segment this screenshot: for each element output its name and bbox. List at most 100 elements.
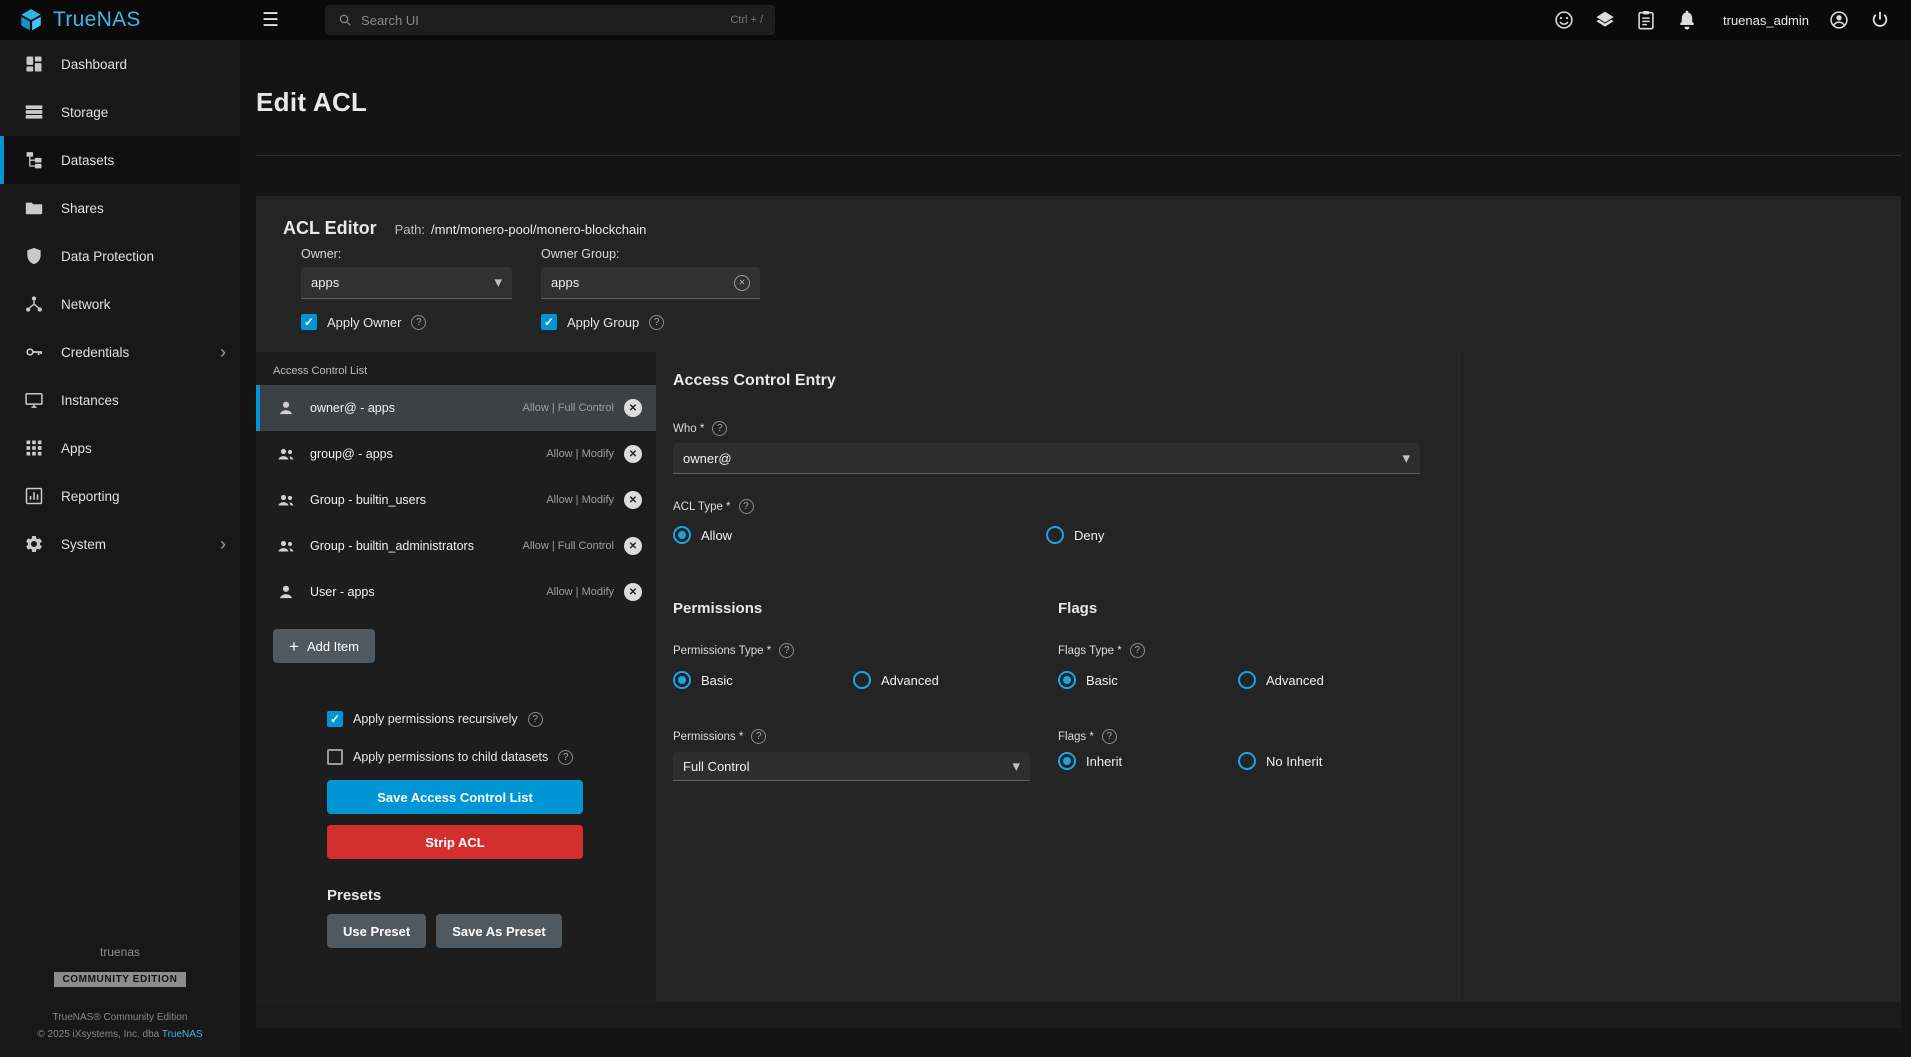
help-icon[interactable]: ? [751,729,766,744]
help-icon[interactable]: ? [649,315,664,330]
sidebar-item-data-protection[interactable]: Data Protection [0,232,240,280]
sidebar-item-storage[interactable]: Storage [0,88,240,136]
clear-icon[interactable]: ✕ [734,275,750,291]
acl-entry-row[interactable]: User - apps Allow | Modify ✕ [256,569,656,615]
tasks-clipboard-icon[interactable] [1635,9,1657,31]
remove-entry-icon[interactable]: ✕ [624,445,642,463]
flags-type-advanced-radio[interactable]: Advanced [1238,671,1324,689]
remove-entry-icon[interactable]: ✕ [624,583,642,601]
notifications-bell-icon[interactable] [1676,9,1698,31]
remove-entry-icon[interactable]: ✕ [624,537,642,555]
acl-type-deny-radio[interactable]: Deny [1046,526,1104,544]
acl-entry-row[interactable]: Group - builtin_administrators Allow | F… [256,523,656,569]
add-item-button[interactable]: + Add Item [273,629,375,663]
vertical-divider [1458,352,1459,1002]
flags-type-label: Flags Type * ? [1058,643,1443,658]
help-icon[interactable]: ? [739,499,754,514]
sidebar-item-shares[interactable]: Shares [0,184,240,232]
acl-type-allow-radio[interactable]: Allow [673,526,1046,544]
search-icon [337,12,353,28]
access-control-entry-panel: Access Control Entry Who * ? owner@ ▾ AC… [656,352,1901,1002]
use-preset-button[interactable]: Use Preset [327,914,426,948]
search-input[interactable] [361,13,722,28]
acl-type-label: ACL Type * ? [673,499,1901,514]
permissions-section: Permissions Permissions Type * ? Basic [673,600,1058,781]
acl-entry-row[interactable]: Group - builtin_users Allow | Modify ✕ [256,477,656,523]
save-acl-button[interactable]: Save Access Control List [327,780,583,814]
product-line: TrueNAS® Community Edition [0,1009,240,1026]
radio-icon [853,671,871,689]
flags-no-inherit-radio[interactable]: No Inherit [1238,752,1322,770]
hamburger-menu-icon[interactable]: ☰ [262,11,279,30]
help-icon[interactable]: ? [411,315,426,330]
jobs-layers-icon[interactable] [1594,9,1616,31]
help-icon[interactable]: ? [712,421,727,436]
remove-entry-icon[interactable]: ✕ [624,399,642,417]
help-icon[interactable]: ? [1102,729,1117,744]
sidebar-item-network[interactable]: Network [0,280,240,328]
owner-group-input[interactable]: apps ✕ [541,267,760,299]
acl-entry-row[interactable]: owner@ - apps Allow | Full Control ✕ [256,385,656,431]
account-circle-icon[interactable] [1828,9,1850,31]
flags-section: Flags Flags Type * ? Basic [1058,600,1443,781]
flags-heading: Flags [1058,600,1443,617]
dataset-path: Path:/mnt/monero-pool/monero-blockchain [395,222,647,237]
access-control-list-panel: Access Control List owner@ - apps Allow … [256,352,656,1002]
sidebar-item-credentials[interactable]: Credentials › [0,328,240,376]
apply-child-datasets-checkbox[interactable] [327,749,343,765]
sidebar-item-datasets[interactable]: Datasets [0,136,240,184]
copyright-brand-link[interactable]: TrueNAS [162,1029,203,1040]
feedback-smiley-icon[interactable] [1553,9,1575,31]
hostname-label: truenas [0,945,240,959]
owner-group-label: Owner Group: [541,247,760,261]
owner-label: Owner: [301,247,512,261]
remove-entry-icon[interactable]: ✕ [624,491,642,509]
sidebar-item-apps[interactable]: Apps [0,424,240,472]
sidebar-item-label: System [61,537,106,552]
plus-icon: + [289,638,299,655]
power-icon[interactable] [1869,9,1891,31]
bar-chart-icon [24,486,44,506]
search-shortcut-hint: Ctrl + / [730,14,763,26]
help-icon[interactable]: ? [528,712,543,727]
owner-select[interactable]: apps ▾ [301,267,512,299]
radio-selected-icon [1058,671,1076,689]
presets-title: Presets [327,887,583,904]
sidebar-item-label: Datasets [61,153,114,168]
who-select[interactable]: owner@ ▾ [673,443,1420,474]
search-bar[interactable]: Ctrl + / [325,5,775,35]
sidebar-item-label: Credentials [61,345,129,360]
sidebar-item-reporting[interactable]: Reporting [0,472,240,520]
apply-owner-checkbox[interactable]: ✓ [301,314,317,330]
radio-selected-icon [673,526,691,544]
monitor-icon [24,390,44,410]
apply-recursively-checkbox[interactable]: ✓ [327,711,343,727]
help-icon[interactable]: ? [558,750,573,765]
sidebar-item-system[interactable]: System › [0,520,240,568]
permissions-value-label: Permissions * ? [673,729,1058,744]
truenas-logo[interactable]: TrueNAS [0,7,240,33]
sidebar-item-label: Storage [61,105,108,120]
apply-child-datasets-label: Apply permissions to child datasets [353,750,548,764]
sidebar-item-instances[interactable]: Instances [0,376,240,424]
radio-selected-icon [1058,752,1076,770]
storage-icon [24,102,44,122]
help-icon[interactable]: ? [1130,643,1145,658]
permissions-select[interactable]: Full Control ▾ [673,752,1030,781]
strip-acl-button[interactable]: Strip ACL [327,825,583,859]
permissions-type-basic-radio[interactable]: Basic [673,671,853,689]
flags-type-basic-radio[interactable]: Basic [1058,671,1238,689]
acl-entry-row[interactable]: group@ - apps Allow | Modify ✕ [256,431,656,477]
permissions-type-advanced-radio[interactable]: Advanced [853,671,939,689]
flags-inherit-radio[interactable]: Inherit [1058,752,1238,770]
username-label: truenas_admin [1723,13,1809,28]
save-as-preset-button[interactable]: Save As Preset [436,914,561,948]
sidebar-item-dashboard[interactable]: Dashboard [0,40,240,88]
topbar-actions: truenas_admin [1553,9,1911,31]
apply-group-checkbox[interactable]: ✓ [541,314,557,330]
sidebar-item-label: Dashboard [61,57,127,72]
help-icon[interactable]: ? [779,643,794,658]
datasets-tree-icon [24,150,44,170]
apps-grid-icon [24,438,44,458]
card-footer-strip [256,1002,1901,1028]
